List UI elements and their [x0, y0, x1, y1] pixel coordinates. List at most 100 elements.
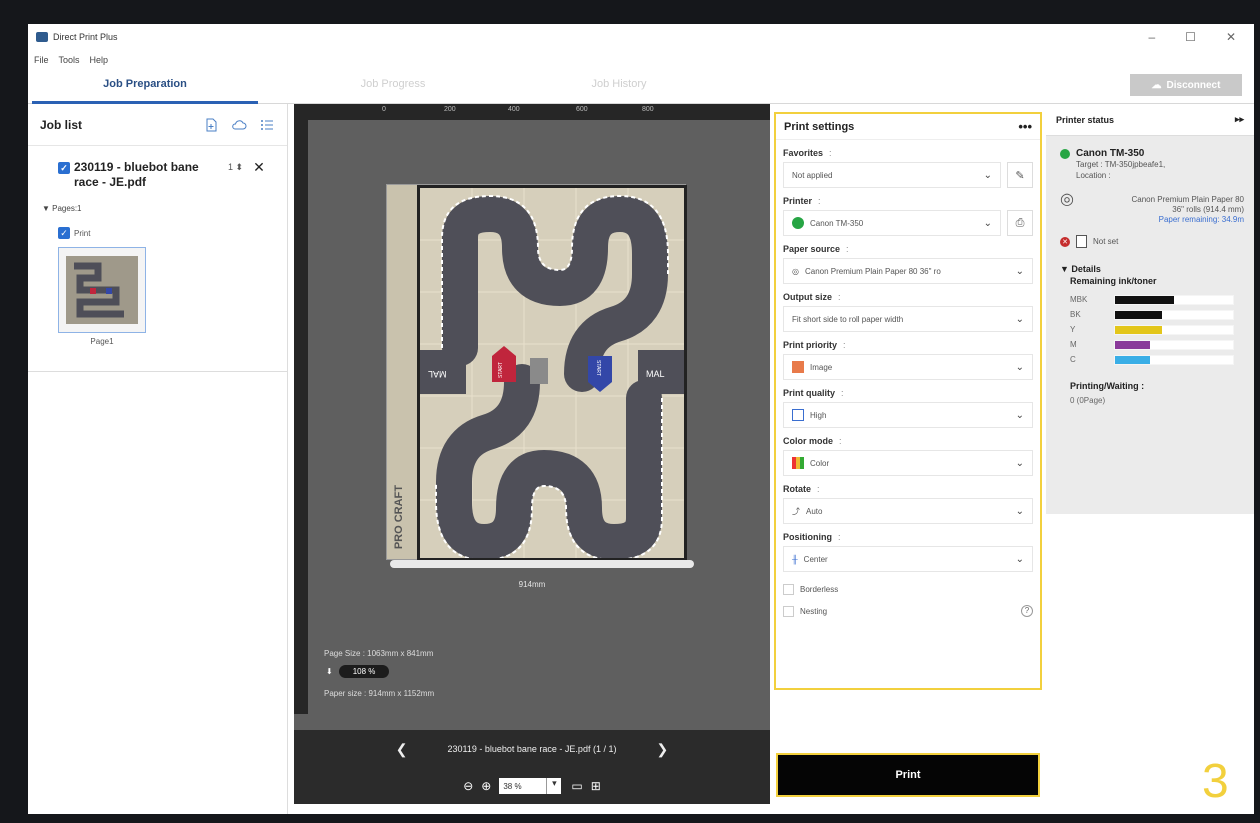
- pages-toggle[interactable]: ▼ Pages:1: [28, 190, 287, 213]
- print-preview-page: PRO CRAFT MAL MAL START START: [386, 184, 687, 562]
- start-label-red: START: [498, 362, 504, 378]
- file-navigation-bar: ❮ 230119 - bluebot bane race - JE.pdf (1…: [294, 730, 770, 768]
- fit-width-icon[interactable]: ▭: [571, 779, 582, 793]
- color-mode-label: Color mode: [783, 436, 834, 446]
- print-priority-select[interactable]: Image ⌄: [783, 354, 1033, 380]
- color-mode-select[interactable]: Color ⌄: [783, 450, 1033, 476]
- colon: :: [818, 196, 821, 206]
- print-quality-select[interactable]: High ⌄: [783, 402, 1033, 428]
- print-settings-title: Print settings: [784, 120, 855, 133]
- print-page-checkbox[interactable]: ✓: [58, 227, 70, 239]
- ink-level-bar: [1114, 309, 1234, 320]
- printer-status-panel: Printer status ▸▸ Canon TM-350 Target : …: [1046, 104, 1254, 514]
- zoom-select[interactable]: 38 %: [499, 778, 562, 794]
- color-mode-value: Color: [810, 458, 830, 468]
- colon: :: [829, 148, 832, 158]
- ink-level-fill: [1115, 325, 1163, 334]
- mal-label-left: MAL: [428, 369, 447, 379]
- ink-name: MBK: [1070, 295, 1088, 304]
- maximize-button[interactable]: ☐: [1185, 30, 1196, 44]
- menu-tools[interactable]: Tools: [59, 55, 80, 65]
- ruler-tick: 200: [444, 106, 456, 113]
- tab-job-preparation[interactable]: Job Preparation: [32, 78, 258, 104]
- print-priority-value: Image: [810, 362, 833, 372]
- favorites-select[interactable]: Not applied ⌄: [783, 162, 1001, 188]
- copies-stepper[interactable]: 1 ⬍: [228, 160, 243, 190]
- disconnect-button[interactable]: ☁ Disconnect: [1130, 74, 1242, 96]
- printer-status-header: Printer status ▸▸: [1046, 104, 1254, 136]
- disconnect-label: Disconnect: [1166, 79, 1221, 91]
- positioning-select[interactable]: ╫ Center ⌄: [783, 546, 1033, 572]
- print-priority-section: Print priority: Image ⌄: [776, 332, 1040, 380]
- printer-online-icon: [1060, 148, 1070, 159]
- ink-level-fill: [1115, 340, 1151, 349]
- ink-row: Y: [1046, 322, 1254, 337]
- previous-page-icon[interactable]: ❮: [396, 741, 408, 758]
- paper-source-select[interactable]: ◎ Canon Premium Plain Paper 80 36" ro ⌄: [783, 258, 1033, 284]
- ink-level-fill: [1115, 310, 1163, 319]
- details-toggle[interactable]: ▼ Details: [1046, 258, 1254, 274]
- divider: [28, 371, 287, 372]
- chevron-down-icon: ⌄: [1015, 409, 1024, 421]
- paper-remaining: Paper remaining: 34.9m: [1158, 215, 1244, 224]
- zoom-value: 38 %: [503, 781, 522, 791]
- horizontal-ruler: 0 200 400 600 800: [294, 104, 770, 120]
- nesting-option[interactable]: Nesting ?: [776, 600, 1040, 622]
- ink-level-bar: [1114, 294, 1234, 305]
- close-button[interactable]: ✕: [1226, 30, 1236, 44]
- tab-job-progress[interactable]: Job Progress: [280, 78, 506, 90]
- chevron-down-icon: ⌄: [1015, 457, 1024, 469]
- zoom-out-icon[interactable]: ⊖: [463, 779, 473, 793]
- remove-job-icon[interactable]: ✕: [253, 160, 265, 190]
- paper-source-section: Paper source: ◎ Canon Premium Plain Paper…: [776, 236, 1040, 284]
- app-window: Direct Print Plus – ☐ ✕ File Tools Help …: [28, 24, 1254, 814]
- output-size-select[interactable]: Fit short side to roll paper width ⌄: [783, 306, 1033, 332]
- borderless-checkbox[interactable]: [783, 583, 794, 595]
- job-checkbox[interactable]: ✓: [58, 162, 70, 174]
- job-item[interactable]: ✓ 230119 - bluebot bane race - JE.pdf 1 …: [28, 146, 287, 190]
- colon: :: [838, 532, 841, 542]
- details-label: Details: [1071, 264, 1101, 274]
- next-page-icon[interactable]: ❯: [656, 741, 668, 758]
- borderless-option[interactable]: Borderless: [776, 578, 1040, 600]
- expand-icon[interactable]: ▸▸: [1235, 114, 1244, 125]
- printer-properties-button[interactable]: ⎙: [1007, 210, 1033, 236]
- nesting-checkbox[interactable]: [783, 605, 794, 617]
- printer-select[interactable]: Canon TM-350 ⌄: [783, 210, 1001, 236]
- tab-job-history[interactable]: Job History: [506, 78, 732, 90]
- race-track-image: [420, 188, 684, 562]
- ink-list: MBK BK Y M C: [1046, 292, 1254, 367]
- zoom-in-icon[interactable]: ⊕: [481, 779, 491, 793]
- print-page-label: Print: [74, 228, 91, 238]
- paper-source-value: Canon Premium Plain Paper 80 36" ro: [804, 266, 941, 276]
- ink-level-bar: [1114, 354, 1234, 365]
- paper-source-label: Paper source: [783, 244, 841, 254]
- copies-value: 1: [228, 162, 234, 172]
- add-cloud-icon[interactable]: [231, 117, 247, 133]
- error-icon: ✕: [1060, 236, 1070, 247]
- chevron-down-icon: ⌄: [1015, 361, 1024, 373]
- chevron-down-icon: ⌄: [983, 217, 992, 229]
- fit-page-icon[interactable]: ⊞: [591, 779, 601, 793]
- printer-location: Location :: [1076, 171, 1111, 180]
- favorites-value: Not applied: [792, 170, 833, 180]
- more-options-icon[interactable]: •••: [1018, 119, 1032, 134]
- help-icon[interactable]: ?: [1021, 605, 1033, 617]
- rotate-select[interactable]: ⤴ Auto ⌄: [783, 498, 1033, 524]
- minimize-button[interactable]: –: [1148, 30, 1155, 44]
- track-artwork: MAL MAL START START: [417, 185, 687, 562]
- list-icon[interactable]: [259, 117, 275, 133]
- edit-favorites-button[interactable]: ✎: [1007, 162, 1033, 188]
- output-size-value: Fit short side to roll paper width: [792, 314, 904, 324]
- menu-file[interactable]: File: [34, 55, 49, 65]
- print-button[interactable]: Print: [776, 753, 1040, 797]
- page-thumbnail[interactable]: [58, 247, 146, 333]
- roll-paper-icon: ◎: [792, 266, 799, 276]
- tray-state: Not set: [1093, 237, 1119, 246]
- app-title: Direct Print Plus: [53, 32, 118, 42]
- positioning-value: Center: [803, 554, 828, 564]
- add-file-icon[interactable]: [203, 117, 219, 133]
- chevron-down-icon: ⌄: [1015, 505, 1024, 517]
- menu-help[interactable]: Help: [90, 55, 109, 65]
- print-page-row[interactable]: ✓ Print: [28, 213, 287, 239]
